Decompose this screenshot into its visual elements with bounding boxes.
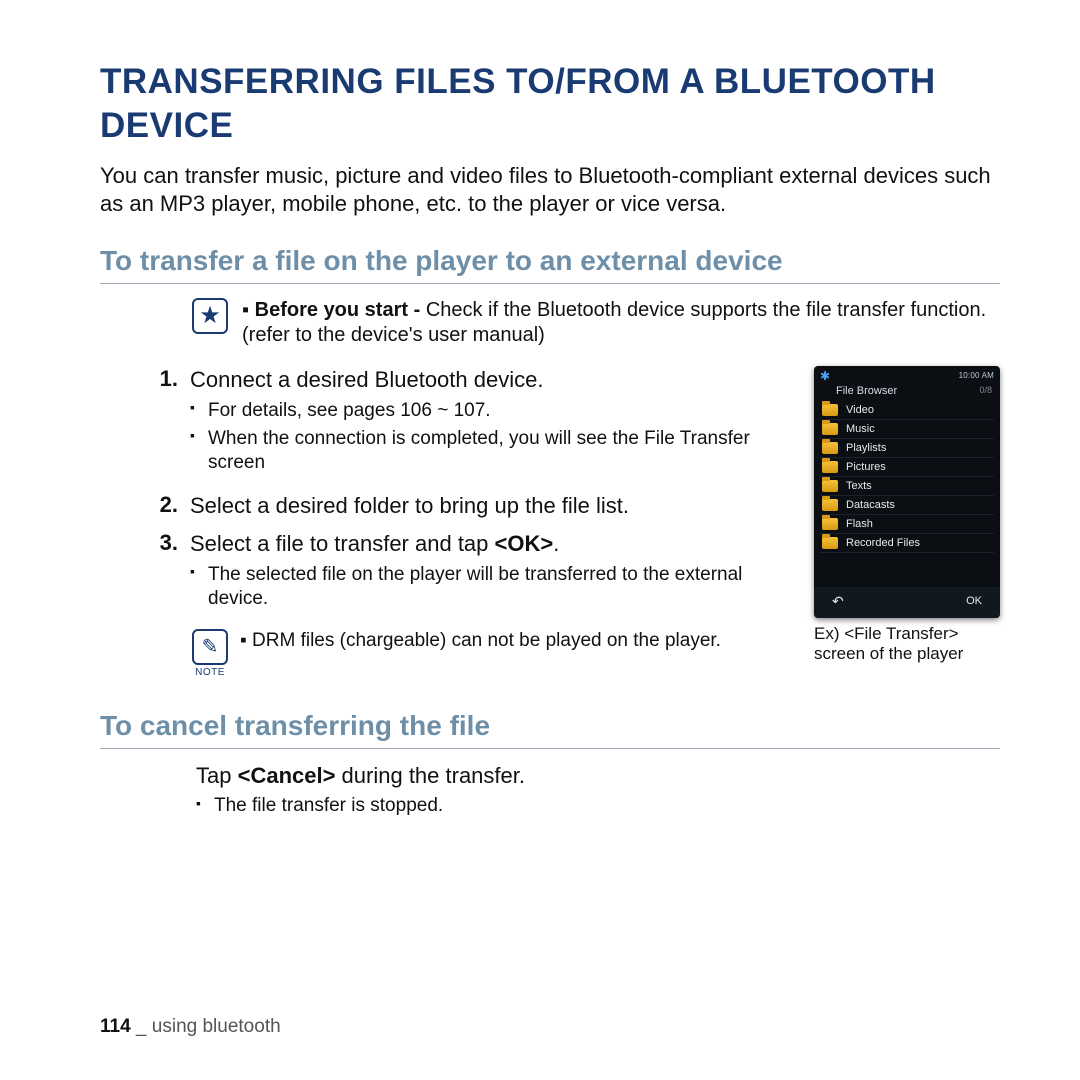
folder-icon	[822, 461, 838, 473]
folder-icon	[822, 518, 838, 530]
intro-text: You can transfer music, picture and vide…	[100, 162, 1000, 219]
folder-icon	[822, 404, 838, 416]
back-icon: ↶	[832, 593, 844, 610]
device-folder-recorded: Recorded Files	[820, 534, 994, 553]
step-1-sub-2: When the connection is completed, you wi…	[190, 427, 796, 475]
device-folder-pictures: Pictures	[820, 458, 994, 477]
device-counter: 0/8	[979, 385, 992, 397]
step-3: 3. Select a file to transfer and tap <OK…	[100, 530, 796, 619]
device-folder-music: Music	[820, 420, 994, 439]
step-3-sub-1: The selected file on the player will be …	[190, 563, 796, 611]
star-icon: ★	[192, 298, 228, 334]
device-time: 10:00 AM	[959, 371, 994, 380]
section-heading-1: To transfer a file on the player to an e…	[100, 245, 1000, 284]
section-heading-2: To cancel transferring the file	[100, 710, 1000, 749]
device-folder-video: Video	[820, 401, 994, 420]
folder-icon	[822, 442, 838, 454]
device-ok: OK	[966, 595, 982, 607]
bluetooth-icon: ✱	[820, 369, 830, 383]
step-1: 1. Connect a desired Bluetooth device. F…	[100, 366, 796, 483]
folder-icon	[822, 499, 838, 511]
device-folder-flash: Flash	[820, 515, 994, 534]
cancel-sub: The file transfer is stopped.	[196, 795, 1000, 817]
device-caption: Ex) <File Transfer> screen of the player	[814, 624, 1000, 665]
device-breadcrumb: File Browser	[836, 385, 897, 397]
before-start-note: ★ ▪ Before you start - Check if the Blue…	[192, 298, 1000, 348]
note-label: NOTE	[195, 667, 225, 678]
drm-note: ✎ NOTE ▪ DRM files (chargeable) can not …	[192, 629, 796, 678]
step-2: 2. Select a desired folder to bring up t…	[100, 492, 796, 520]
device-screenshot: ✱ 10:00 AM File Browser 0/8 Video Music …	[814, 366, 1000, 618]
folder-icon	[822, 423, 838, 435]
device-folder-playlists: Playlists	[820, 439, 994, 458]
device-folder-texts: Texts	[820, 477, 994, 496]
before-start-text: ▪ Before you start - Check if the Blueto…	[242, 298, 1000, 348]
pencil-icon: ✎	[192, 629, 228, 665]
page-footer: 114 _ using bluetooth	[100, 1016, 281, 1038]
step-1-sub-1: For details, see pages 106 ~ 107.	[190, 399, 796, 423]
device-folder-datacasts: Datacasts	[820, 496, 994, 515]
cancel-instruction: Tap <Cancel> during the transfer.	[196, 763, 1000, 789]
folder-icon	[822, 537, 838, 549]
folder-icon	[822, 480, 838, 492]
page-title: TRANSFERRING FILES TO/FROM A BLUETOOTH D…	[100, 60, 1000, 148]
